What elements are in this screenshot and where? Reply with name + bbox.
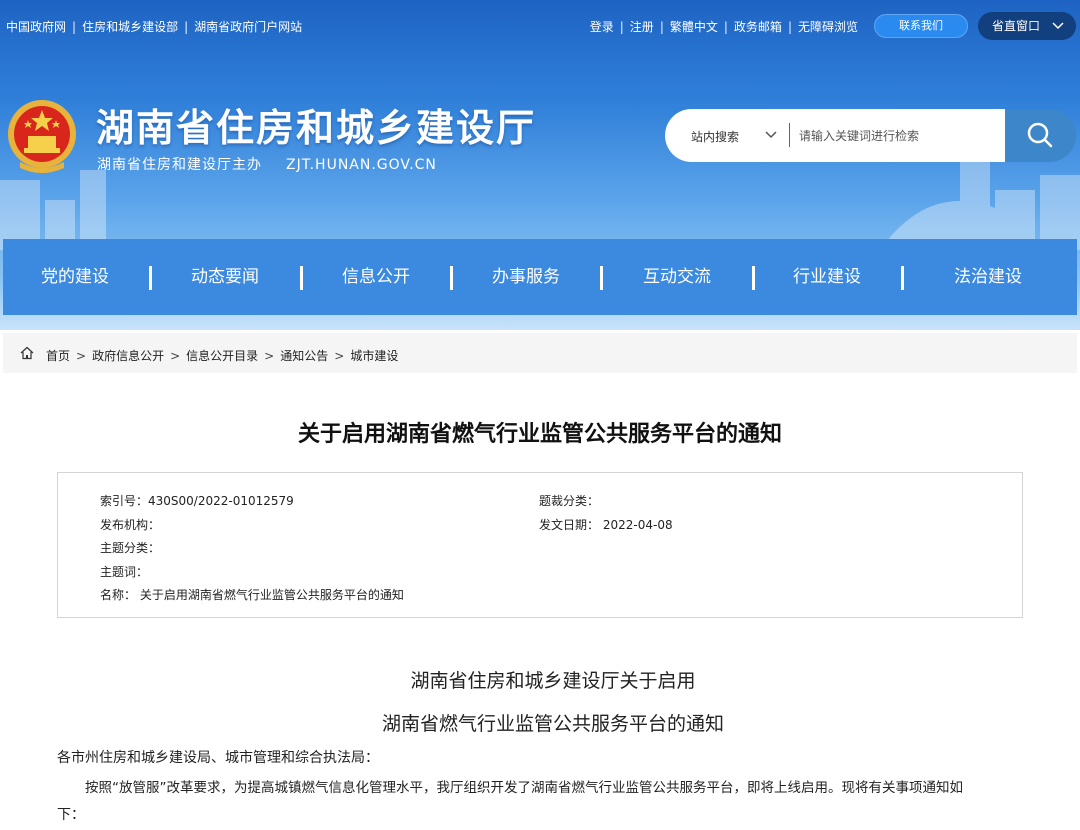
meta-subject: 主题分类： [100,539,160,556]
document-heading-line2: 湖南省燃气行业监管公共服务平台的通知 [381,713,724,735]
province-window-dropdown[interactable]: 省直窗口 [978,12,1076,40]
document-salutation: 各市州住房和城乡建设局、城市管理和综合执法局： [57,750,379,766]
breadcrumb-items: 首页 > 政府信息公开 > 信息公开目录 > 通知公告 > 城市建设 [46,347,398,364]
link-gov-cn[interactable]: 中国政府网 [6,20,66,34]
site-domain: ZJT.HUNAN.GOV.CN [286,157,437,173]
meta-subject-label: 主题分类： [100,541,161,555]
nav-separator [901,266,904,290]
login-link[interactable]: 登录 [590,20,614,34]
document-heading-line1: 湖南省住房和城乡建设厅关于启用 [410,670,696,692]
nav-separator [450,266,453,290]
link-hunan-gov[interactable]: 湖南省政府门户网站 [194,20,302,34]
divider: | [723,20,728,34]
meta-date: 发文日期： 2022-04-08 [539,516,673,533]
breadcrumb-urban[interactable]: 城市建设 [350,349,398,363]
home-icon[interactable] [20,346,34,360]
contact-us-button[interactable]: 联系我们 [874,14,968,38]
site-header: 中国政府网 | 住房和城乡建设部 | 湖南省政府门户网站 登录 | 注册 | 繁體中文 | 政务邮箱… [0,0,1080,330]
gov-mail-link[interactable]: 政务邮箱 [734,20,782,34]
document-paragraph-line2: 下： [57,807,85,823]
meta-date-label: 发文日期： [539,518,600,532]
meta-index-label: 索引号： [100,494,149,508]
nav-separator [300,266,303,290]
search-bar: 站内搜索 [665,109,1076,162]
divider: | [787,20,792,34]
meta-name: 名称： 关于启用湖南省燃气行业监管公共服务平台的通知 [100,586,404,603]
chevron-down-icon[interactable] [765,126,777,145]
meta-publisher-label: 发布机构： [100,518,161,532]
article-title: 关于启用湖南省燃气行业监管公共服务平台的通知 [297,422,782,447]
meta-index: 索引号：430S00/2022-01012579 [100,492,294,509]
nav-separator [149,266,152,290]
nav-services[interactable]: 办事服务 [492,239,560,315]
breadcrumb-separator: > [76,349,87,363]
nav-interaction[interactable]: 互动交流 [643,239,711,315]
divider: | [184,20,189,34]
document-metadata: 索引号：430S00/2022-01012579 发布机构： 主题分类： 主题词… [57,472,1023,618]
search-input[interactable] [797,122,1001,150]
site-title: 湖南省住房和城乡建设厅 [96,106,537,150]
link-mohurd[interactable]: 住房和城乡建设部 [82,20,178,34]
chevron-down-icon [1052,12,1064,51]
nav-industry[interactable]: 行业建设 [793,239,861,315]
nav-info-disclosure[interactable]: 信息公开 [342,239,410,315]
breadcrumb-separator: > [170,349,181,363]
divider: | [659,20,664,34]
nav-rule-of-law[interactable]: 法治建设 [954,239,1022,315]
national-emblem [8,100,76,173]
site-subtitle: 湖南省住房和建设厅主办 ZJT.HUNAN.GOV.CN [97,154,437,174]
divider: | [619,20,624,34]
meta-genre: 题裁分类： [539,492,599,509]
nav-news[interactable]: 动态要闻 [191,239,259,315]
traditional-chinese-link[interactable]: 繁體中文 [670,20,718,34]
breadcrumb-notices[interactable]: 通知公告 [280,349,328,363]
breadcrumb-catalog[interactable]: 信息公开目录 [186,349,258,363]
meta-name-label: 名称： [100,588,137,602]
search-scope-select[interactable]: 站内搜索 [691,128,739,145]
meta-publisher: 发布机构： [100,516,160,533]
breadcrumb-gov-info[interactable]: 政府信息公开 [92,349,164,363]
nav-separator [600,266,603,290]
search-button[interactable] [1005,109,1076,162]
top-links-left: 中国政府网 | 住房和城乡建设部 | 湖南省政府门户网站 [6,18,302,35]
breadcrumb: 首页 > 政府信息公开 > 信息公开目录 > 通知公告 > 城市建设 [3,333,1077,373]
breadcrumb-separator: > [334,349,345,363]
document-paragraph-line1: 按照“放管服”改革要求，为提高城镇燃气信息化管理水平，我厅组织开发了湖南省燃气行… [85,780,963,796]
search-box: 站内搜索 [665,109,1005,162]
meta-date-value: 2022-04-08 [602,518,673,532]
meta-name-value: 关于启用湖南省燃气行业监管公共服务平台的通知 [139,588,404,602]
search-divider [789,123,790,147]
meta-index-value: 430S00/2022-01012579 [148,494,294,508]
meta-keywords-label: 主题词： [100,565,149,579]
meta-keywords: 主题词： [100,563,148,580]
province-window-label: 省直窗口 [992,19,1041,33]
divider: | [72,20,77,34]
site-sponsor: 湖南省住房和建设厅主办 [97,157,262,173]
main-nav: 党的建设 动态要闻 信息公开 办事服务 互动交流 行业建设 法治建设 [3,239,1077,315]
top-links-right: 登录 | 注册 | 繁體中文 | 政务邮箱 | 无障碍浏览 [590,18,858,35]
breadcrumb-home[interactable]: 首页 [46,349,70,363]
search-icon [1027,122,1053,148]
nav-separator [752,266,755,290]
nav-party-building[interactable]: 党的建设 [41,239,109,315]
accessibility-link[interactable]: 无障碍浏览 [798,20,858,34]
meta-genre-label: 题裁分类： [539,494,600,508]
register-link[interactable]: 注册 [630,20,654,34]
breadcrumb-separator: > [264,349,275,363]
top-bar: 中国政府网 | 住房和城乡建设部 | 湖南省政府门户网站 登录 | 注册 | 繁體中文 | 政务邮箱… [0,0,1080,52]
